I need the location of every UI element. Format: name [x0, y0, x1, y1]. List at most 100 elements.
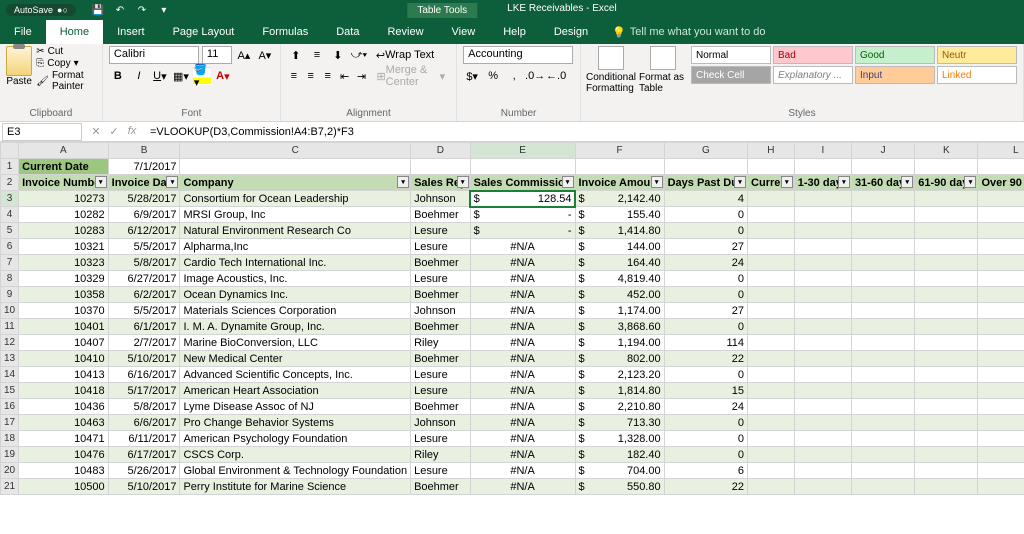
row-header[interactable]: 15 [1, 383, 19, 399]
cell[interactable]: 6 [664, 463, 747, 479]
cell[interactable]: $4,819.40 [575, 271, 664, 287]
row-header[interactable]: 21 [1, 479, 19, 495]
cell[interactable]: #N/A [470, 415, 575, 431]
cell[interactable] [851, 383, 914, 399]
cell[interactable]: Boehmer [411, 319, 471, 335]
redo-icon[interactable]: ↷ [132, 5, 152, 16]
cell[interactable]: 6/27/2017 [108, 271, 180, 287]
cell[interactable]: 10471 [19, 431, 109, 447]
cell[interactable]: Materials Sciences Corporation [180, 303, 411, 319]
cell[interactable] [794, 303, 851, 319]
tab-help[interactable]: Help [489, 20, 540, 44]
cell[interactable]: Company▾ [180, 175, 411, 191]
filter-icon[interactable]: ▾ [166, 176, 178, 188]
autosave-toggle[interactable]: AutoSave ●○ [6, 4, 76, 16]
cell[interactable] [851, 319, 914, 335]
cell[interactable]: 31-60 days▾ [851, 175, 914, 191]
style-linked[interactable]: Linked [937, 66, 1017, 84]
cell[interactable]: Boehmer [411, 255, 471, 271]
cell[interactable]: Image Acoustics, Inc. [180, 271, 411, 287]
cell[interactable]: $128.54 [470, 191, 575, 207]
col-header[interactable]: C [180, 143, 411, 159]
align-bottom-icon[interactable]: ⬇ [329, 46, 347, 64]
col-header[interactable]: B [108, 143, 180, 159]
cell[interactable]: 0 [664, 271, 747, 287]
cell[interactable]: 5/8/2017 [108, 255, 180, 271]
undo-icon[interactable]: ↶ [110, 5, 130, 16]
cell[interactable] [748, 351, 795, 367]
cell[interactable] [794, 159, 851, 175]
cell[interactable] [851, 287, 914, 303]
style-explanatory[interactable]: Explanatory ... [773, 66, 853, 84]
cell[interactable] [748, 191, 795, 207]
cell[interactable] [978, 335, 1024, 351]
cell[interactable] [851, 271, 914, 287]
cell[interactable]: Johnson [411, 303, 471, 319]
cell[interactable]: 5/17/2017 [108, 383, 180, 399]
cell[interactable] [915, 159, 978, 175]
cell[interactable]: 0 [664, 319, 747, 335]
increase-font-icon[interactable]: A▴ [235, 46, 253, 64]
cell[interactable]: 10282 [19, 207, 109, 223]
row-header[interactable]: 18 [1, 431, 19, 447]
cell[interactable]: $802.00 [575, 351, 664, 367]
cell[interactable]: #N/A [470, 447, 575, 463]
cell[interactable] [748, 223, 795, 239]
cell[interactable]: #N/A [470, 367, 575, 383]
cell[interactable]: Lesure [411, 383, 471, 399]
filter-icon[interactable]: ▾ [781, 176, 793, 188]
col-header[interactable]: J [851, 143, 914, 159]
cell[interactable]: 0 [664, 287, 747, 303]
cell[interactable]: 5/10/2017 [108, 479, 180, 495]
cell[interactable]: 10436 [19, 399, 109, 415]
cell[interactable] [851, 159, 914, 175]
cell[interactable]: 10418 [19, 383, 109, 399]
cell[interactable] [978, 367, 1024, 383]
cell[interactable] [664, 159, 747, 175]
select-all-corner[interactable] [1, 143, 19, 159]
style-neutral[interactable]: Neutr [937, 46, 1017, 64]
cell[interactable] [851, 207, 914, 223]
cell[interactable]: 27 [664, 239, 747, 255]
cell[interactable] [794, 415, 851, 431]
spreadsheet-grid[interactable]: A B C D E F G H I J K L 1 Current Date 7… [0, 142, 1024, 495]
increase-indent-icon[interactable]: ⇥ [355, 67, 369, 85]
cell[interactable] [180, 159, 411, 175]
cell[interactable]: Cardio Tech International Inc. [180, 255, 411, 271]
cell[interactable]: Sales Rep▾ [411, 175, 471, 191]
cell[interactable]: 10401 [19, 319, 109, 335]
cell[interactable]: 6/17/2017 [108, 447, 180, 463]
cell[interactable]: 6/6/2017 [108, 415, 180, 431]
cell[interactable] [915, 223, 978, 239]
merge-center-button[interactable]: ⊞ Merge & Center ▾ [371, 67, 450, 85]
cell[interactable]: 10321 [19, 239, 109, 255]
wrap-text-button[interactable]: ↩ Wrap Text [371, 46, 439, 64]
cell[interactable]: Lesure [411, 463, 471, 479]
cell[interactable]: Lesure [411, 431, 471, 447]
cell[interactable]: #N/A [470, 351, 575, 367]
cell[interactable]: Marine BioConversion, LLC [180, 335, 411, 351]
bold-button[interactable]: B [109, 67, 127, 85]
cell[interactable] [915, 191, 978, 207]
cell[interactable]: $713.30 [575, 415, 664, 431]
cell[interactable] [748, 207, 795, 223]
cell[interactable] [978, 383, 1024, 399]
col-header[interactable]: D [411, 143, 471, 159]
cell[interactable]: 5/28/2017 [108, 191, 180, 207]
cell[interactable]: Boehmer [411, 479, 471, 495]
cell[interactable] [915, 415, 978, 431]
row-header[interactable]: 19 [1, 447, 19, 463]
format-as-table-button[interactable]: Format as Table [639, 46, 687, 94]
cell[interactable]: Johnson [411, 191, 471, 207]
row-header[interactable]: 5 [1, 223, 19, 239]
cell[interactable]: 0 [664, 367, 747, 383]
cell[interactable]: 24 [664, 399, 747, 415]
cell[interactable] [794, 319, 851, 335]
cell[interactable] [851, 223, 914, 239]
style-good[interactable]: Good [855, 46, 935, 64]
cell[interactable] [794, 479, 851, 495]
cell[interactable]: 6/2/2017 [108, 287, 180, 303]
conditional-formatting-button[interactable]: Conditional Formatting [587, 46, 635, 94]
cell[interactable]: 10323 [19, 255, 109, 271]
cell[interactable]: #N/A [470, 431, 575, 447]
